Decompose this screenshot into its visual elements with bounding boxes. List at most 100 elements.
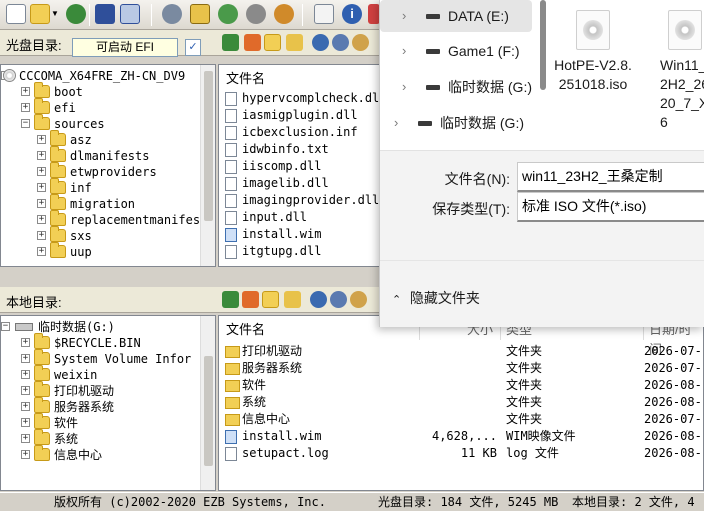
expand-icon[interactable]: + [21, 103, 30, 112]
rename-icon[interactable] [286, 34, 303, 51]
mount-icon[interactable] [190, 4, 210, 24]
expand-icon[interactable]: + [37, 167, 46, 176]
expand-icon[interactable]: + [21, 434, 30, 443]
drive-icon [426, 85, 440, 90]
navigation-scrollbar[interactable] [540, 0, 546, 90]
chevron-right-icon[interactable]: › [402, 35, 406, 67]
checkbox-icon[interactable]: ✓ [185, 39, 201, 56]
folder-icon [225, 414, 240, 426]
folder-icon [34, 445, 50, 461]
expand-icon[interactable]: + [21, 370, 30, 379]
drive-icon [426, 49, 440, 54]
up-arrow-icon[interactable] [222, 34, 239, 51]
folder-icon [225, 346, 240, 358]
new-icon[interactable] [6, 4, 26, 24]
expand-icon[interactable]: + [21, 418, 30, 427]
filename-input[interactable]: win11_23H2_王桑定制 [517, 162, 704, 192]
file-row[interactable]: 打印机驱动 文件夹 2026-07- [225, 343, 702, 360]
chevron-right-icon[interactable]: › [394, 107, 398, 139]
copyright-text: 版权所有 (c)2002-2020 EZB Systems, Inc. [54, 495, 326, 509]
nav-drive-item[interactable]: › 临时数据 (G:) [380, 71, 532, 103]
up-arrow-icon[interactable] [222, 291, 239, 308]
scrollbar-thumb[interactable] [204, 71, 213, 221]
wim-file-icon [225, 228, 237, 242]
expand-icon[interactable]: + [21, 338, 30, 347]
expand-icon[interactable]: + [21, 386, 30, 395]
chevron-right-icon[interactable]: › [402, 71, 406, 103]
folder-icon [225, 363, 240, 375]
iso-file-tile[interactable]: HotPE-V2.8.251018.iso [548, 10, 638, 94]
save-icon[interactable] [95, 4, 115, 24]
file-name: iasmigplugin.dll [242, 108, 358, 122]
expand-icon[interactable]: + [37, 135, 46, 144]
filetype-select[interactable]: 标准 ISO 文件(*.iso) [517, 192, 704, 222]
cd-tree-scrollbar[interactable] [200, 65, 215, 266]
new-folder-icon[interactable] [262, 291, 279, 308]
nav-drive-item[interactable]: › DATA (E:) [380, 0, 532, 32]
expand-icon[interactable]: + [21, 354, 30, 363]
expand-icon[interactable]: + [37, 231, 46, 240]
file-icon [225, 177, 237, 191]
settings-icon[interactable] [332, 34, 349, 51]
scrollbar-thumb[interactable] [204, 356, 213, 466]
file-type: 文件夹 [506, 344, 543, 358]
new-folder-icon[interactable] [264, 34, 281, 51]
expand-icon[interactable]: + [37, 151, 46, 160]
folder-icon [50, 194, 66, 210]
expand-icon[interactable]: + [21, 402, 30, 411]
nav-drive-item[interactable]: › Game1 (F:) [380, 35, 532, 67]
iso-file-name: HotPE-V2.8.251018.iso [554, 57, 632, 92]
delete-icon[interactable] [242, 291, 259, 308]
file-icon [225, 92, 237, 106]
dropdown-arrow-icon[interactable]: ▼ [50, 4, 60, 24]
local-status: 本地目录: 2 文件, 4 [572, 495, 695, 509]
help-icon[interactable] [314, 4, 334, 24]
file-name: 信息中心 [242, 412, 291, 426]
local-tree-scrollbar[interactable] [200, 316, 215, 490]
collapse-icon[interactable]: − [21, 119, 30, 128]
expand-icon[interactable]: + [37, 199, 46, 208]
nav-drive-item[interactable]: › 临时数据 (G:) [372, 107, 524, 139]
file-size: 4,628,... [431, 429, 497, 443]
image-type-field[interactable]: 可启动 EFI [72, 38, 178, 57]
column-header-filename[interactable]: 文件名 [226, 320, 265, 340]
chevron-right-icon[interactable]: › [402, 0, 406, 32]
refresh-icon[interactable] [310, 291, 327, 308]
file-icon [225, 109, 237, 123]
settings-icon[interactable] [330, 291, 347, 308]
expand-icon[interactable]: + [37, 183, 46, 192]
refresh-icon[interactable] [312, 34, 329, 51]
expand-icon[interactable]: + [37, 247, 46, 256]
info-icon[interactable]: i [342, 4, 362, 24]
compress-icon[interactable] [218, 4, 238, 24]
file-row[interactable]: 信息中心 文件夹 2026-07- [225, 411, 702, 428]
expand-icon[interactable]: + [21, 87, 30, 96]
iso-file-tile[interactable]: Win11_2H2_2620_7_X6 [640, 10, 704, 132]
burn-icon[interactable] [162, 4, 182, 24]
tree-node-label: 服务器系统 [54, 400, 115, 414]
file-row[interactable]: install.wim 4,628,... WIM映像文件 2026-08- [225, 428, 702, 445]
file-row[interactable]: 服务器系统 文件夹 2026-07- [225, 360, 702, 377]
properties-icon[interactable] [120, 4, 140, 24]
tree-node-label: sxs [70, 229, 92, 243]
dialog-file-area: HotPE-V2.8.251018.iso Win11_2H2_2620_7_X6 [548, 0, 704, 150]
file-row[interactable]: 系统 文件夹 2026-08- [225, 394, 702, 411]
folder-icon [50, 146, 66, 162]
drive-icon [426, 14, 440, 19]
file-row[interactable]: setupact.log 11 KB log 文件 2026-08- [225, 445, 702, 462]
wim-file-icon [225, 430, 237, 444]
column-header-filename[interactable]: 文件名 [226, 69, 265, 89]
hide-folders-button[interactable]: ⌃ 隐藏文件夹 [392, 288, 480, 308]
file-row[interactable]: 软件 文件夹 2026-08- [225, 377, 702, 394]
extract-icon[interactable] [66, 4, 86, 24]
virtual-drive-icon[interactable] [246, 4, 266, 24]
expand-icon[interactable]: + [37, 215, 46, 224]
open-icon[interactable] [30, 4, 50, 24]
expand-icon[interactable]: + [21, 450, 30, 459]
rename-icon[interactable] [284, 291, 301, 308]
delete-icon[interactable] [244, 34, 261, 51]
bootable-icon[interactable] [274, 4, 294, 24]
view-icon[interactable] [352, 34, 369, 51]
collapse-icon[interactable]: − [1, 322, 10, 331]
view-icon[interactable] [350, 291, 367, 308]
